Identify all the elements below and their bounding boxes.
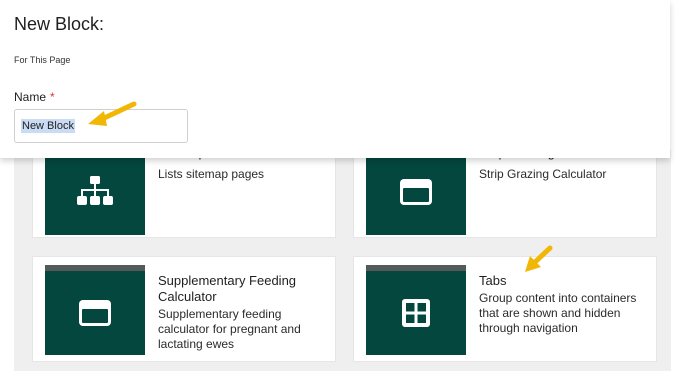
card-description: Strip Grazing Calculator <box>479 167 607 181</box>
required-marker: * <box>50 90 55 104</box>
card-thumbnail <box>45 265 145 355</box>
sitemap-icon <box>77 176 113 205</box>
card-thumbnail <box>366 265 466 355</box>
block-card-sitemap[interactable]: Sitemap Lists sitemap pages <box>32 145 336 238</box>
card-description: Lists sitemap pages <box>158 167 265 181</box>
panel-title: New Block: <box>14 14 105 34</box>
block-card-strip-grazing[interactable]: Strip Grazing Calculator Strip Grazing C… <box>353 145 657 238</box>
panel-subtitle: For This Page <box>14 55 71 65</box>
card-title: Tabs <box>479 273 507 288</box>
card-description: Group content into containers that are s… <box>479 291 637 335</box>
block-card-supplementary-feeding[interactable]: Supplementary Feeding Calculator Supplem… <box>32 256 336 362</box>
card-description: Supplementary feeding calculator for pre… <box>158 307 301 351</box>
block-grid: Sitemap Lists sitemap pages Strip Grazin… <box>14 145 671 371</box>
new-block-panel: New Block: For This Page Name * New Block <box>0 0 670 158</box>
name-input-value: New Block <box>21 119 75 133</box>
annotation-arrow-icon <box>88 101 137 126</box>
card-title: Supplementary Feeding Calculator <box>158 273 297 304</box>
card-thumbnail <box>366 149 466 235</box>
annotation-arrow-icon <box>525 245 553 272</box>
window-icon <box>400 179 432 205</box>
grid-icon <box>402 299 430 327</box>
name-field-label: Name * <box>14 90 55 104</box>
window-icon <box>79 300 111 326</box>
name-label-text: Name <box>14 90 47 104</box>
block-card-tabs[interactable]: Tabs Group content into containers that … <box>353 256 657 362</box>
card-thumbnail <box>45 149 145 235</box>
